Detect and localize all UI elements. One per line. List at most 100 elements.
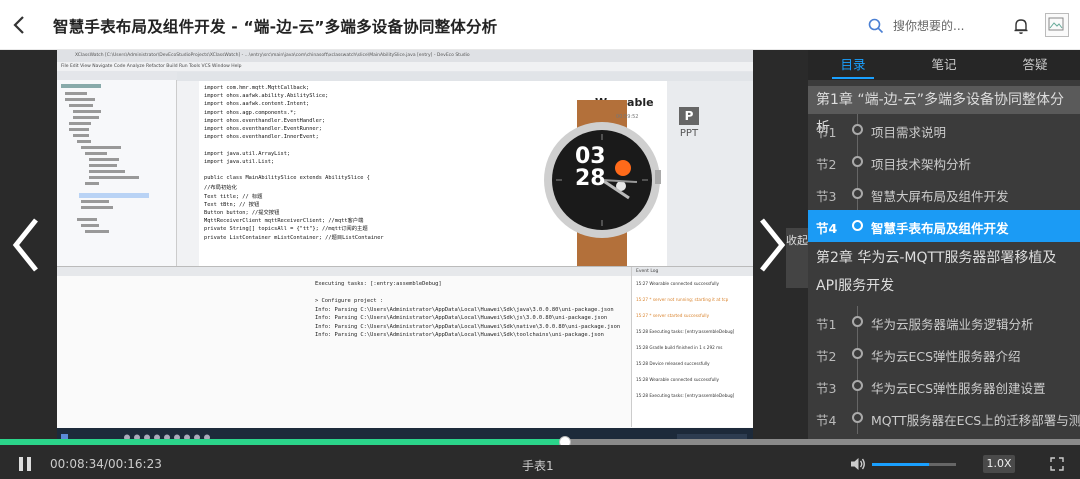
catalog-tabs: 目录 笔记 答疑 (808, 50, 1080, 80)
section-title: 华为云ECS弹性服务器创建设置 (871, 381, 1046, 396)
section-number: 节2 (816, 157, 837, 172)
timeline-line (857, 178, 858, 188)
timeline-line (857, 146, 858, 156)
section-title: 华为云服务器端业务逻辑分析 (871, 317, 1034, 332)
code-line: MqttReceiverClient mqttReceiverClient; /… (204, 218, 364, 225)
avatar[interactable] (1045, 13, 1069, 37)
event-log-line: 15:28 Device released successfully (636, 361, 710, 366)
timeline-line (857, 423, 858, 434)
timeline-dot-icon (852, 220, 863, 231)
tab-notes[interactable]: 笔记 (899, 50, 989, 80)
video-player[interactable]: XClassWatch [C:\Users\Administrator\DevE… (0, 50, 808, 439)
player-controls: 00:08:34/00:16:23 手表1 1.0X (0, 445, 1080, 479)
code-line: import ohos.eventhandler.InnerEvent; (204, 134, 319, 141)
section-title: 智慧手表布局及组件开发 (871, 221, 1009, 236)
ide-project-tree (57, 80, 177, 266)
code-line: import java.util.ArrayList; (204, 150, 291, 157)
code-line: Text tBtn; // 按钮 (204, 201, 260, 208)
code-line: private ListContainer mListContainer; //… (204, 234, 384, 241)
line-gutter (177, 81, 199, 266)
chapter-1-heading[interactable]: 第1章 “端-边-云”多端多设备协同整体分析 (808, 86, 1080, 136)
time-display: 00:08:34/00:16:23 (50, 457, 162, 471)
fullscreen-icon[interactable] (1050, 457, 1064, 471)
timeline-line (857, 306, 858, 316)
section-title: 智慧大屏布局及组件开发 (871, 189, 1009, 204)
watch-minute: 28 (575, 166, 606, 191)
section-number: 节1 (816, 125, 837, 140)
watch-preview: 03 28 (537, 90, 667, 270)
timeline-line (857, 167, 858, 178)
volume-level (872, 463, 930, 466)
volume-icon[interactable] (850, 456, 866, 472)
code-line: public class MainAbilitySlice extends Ab… (204, 175, 370, 182)
playback-speed-button[interactable]: 1.0X (983, 455, 1015, 473)
timeline-line (857, 359, 858, 370)
console-line: Info: Parsing C:\Users\Administrator\App… (315, 306, 614, 313)
collapse-panel-button[interactable]: 收起 (786, 228, 808, 288)
previous-arrow-icon[interactable] (6, 210, 46, 280)
bell-icon[interactable] (1013, 17, 1029, 35)
search-input[interactable] (893, 16, 998, 36)
code-line: private String[] topicsAll = {"tt"}; //m… (204, 226, 368, 233)
code-line: import com.hmr.mqtt.MqttCallback; (204, 85, 310, 91)
timeline-dot-icon (852, 188, 863, 199)
event-log-line: 15:27 * server not running; starting it … (636, 297, 729, 302)
chapter-2-heading[interactable]: 第2章 华为云-MQTT服务器部署移植及API服务开发 (808, 244, 1080, 302)
section-number: 节3 (816, 381, 837, 396)
pause-icon[interactable] (18, 457, 32, 471)
tab-qa[interactable]: 答疑 (990, 50, 1080, 80)
console-line: Info: Parsing C:\Users\Administrator\App… (315, 315, 608, 321)
watch-hour: 03 (575, 144, 606, 169)
volume-slider[interactable] (872, 463, 956, 466)
search-icon[interactable] (868, 18, 884, 34)
section-title: 项目需求说明 (871, 125, 947, 140)
page-title: 智慧手表布局及组件开发 - “端-边-云”多端多设备协同整体分析 (53, 18, 498, 36)
watch-time: 03 28 (575, 146, 635, 190)
timeline-line (857, 135, 858, 146)
event-log-line: 15:28 Executing tasks: [entry:assembleDe… (636, 393, 735, 398)
timeline-line (857, 327, 858, 338)
timeline-dot-icon (852, 124, 863, 135)
section-1-4-current[interactable]: 节4 智慧手表布局及组件开发 (808, 210, 1080, 242)
section-1-1[interactable]: 节1 项目需求说明 (808, 114, 1080, 146)
event-log-header: Event Log (632, 267, 753, 276)
code-line: import ohos.aafwk.content.Intent; (204, 101, 310, 108)
video-frame: XClassWatch [C:\Users\Administrator\DevE… (57, 50, 753, 439)
timeline-line (857, 402, 858, 412)
event-log-line: 15:28 Gradle build finished in 1 s 292 m… (636, 345, 723, 350)
code-line: import ohos.agp.components.*; (204, 109, 297, 116)
tab-catalog[interactable]: 目录 (808, 50, 898, 80)
timeline-line (857, 391, 858, 402)
section-2-2[interactable]: 节2 华为云ECS弹性服务器介绍 (808, 338, 1080, 370)
timeline-dot-icon (852, 156, 863, 167)
section-1-2[interactable]: 节2 项目技术架构分析 (808, 146, 1080, 178)
code-line: import ohos.eventhandler.EventRunner; (204, 126, 322, 132)
course-catalog-panel: 目录 笔记 答疑 第1章 “端-边-云”多端多设备协同整体分析 节1 项目需求说… (808, 50, 1080, 439)
timeline-dot-icon (852, 412, 863, 423)
section-1-3[interactable]: 节3 智慧大屏布局及组件开发 (808, 178, 1080, 210)
timeline-dot-icon (852, 348, 863, 359)
event-log-panel: Event Log 15:27 Wearable connected succe… (631, 267, 753, 427)
timeline-line (857, 199, 858, 210)
ide-build-panel: Executing tasks: [:entry:assembleDebug] >… (57, 266, 753, 436)
section-2-3[interactable]: 节3 华为云ECS弹性服务器创建设置 (808, 370, 1080, 402)
ide-menu-bar: File Edit View Navigate Code Analyze Ref… (57, 62, 753, 71)
console-line: Info: Parsing C:\Users\Administrator\App… (315, 323, 621, 330)
code-line: import java.util.List; (204, 158, 275, 165)
code-line: Text title; // 标题 (204, 193, 263, 200)
timeline-dot-icon (852, 316, 863, 327)
os-taskbar (57, 428, 753, 439)
ide-editor-tabs (177, 72, 753, 81)
section-2-4[interactable]: 节4 MQTT服务器在ECS上的迁移部署与测试 (808, 402, 1080, 434)
timeline-line (857, 370, 858, 380)
timeline-dot-icon (852, 380, 863, 391)
code-line: Button button; //提交按钮 (204, 210, 280, 216)
section-number: 节3 (816, 189, 837, 204)
section-number: 节4 (816, 413, 837, 428)
timeline-line (857, 114, 858, 124)
section-2-1[interactable]: 节1 华为云服务器端业务逻辑分析 (808, 306, 1080, 338)
section-title: MQTT服务器在ECS上的迁移部署与测试 (871, 413, 1080, 428)
back-arrow-icon[interactable] (8, 13, 32, 37)
ppt-p-icon: P (679, 107, 699, 125)
event-log-line: 15:28 Wearable connected successfully (636, 377, 720, 382)
